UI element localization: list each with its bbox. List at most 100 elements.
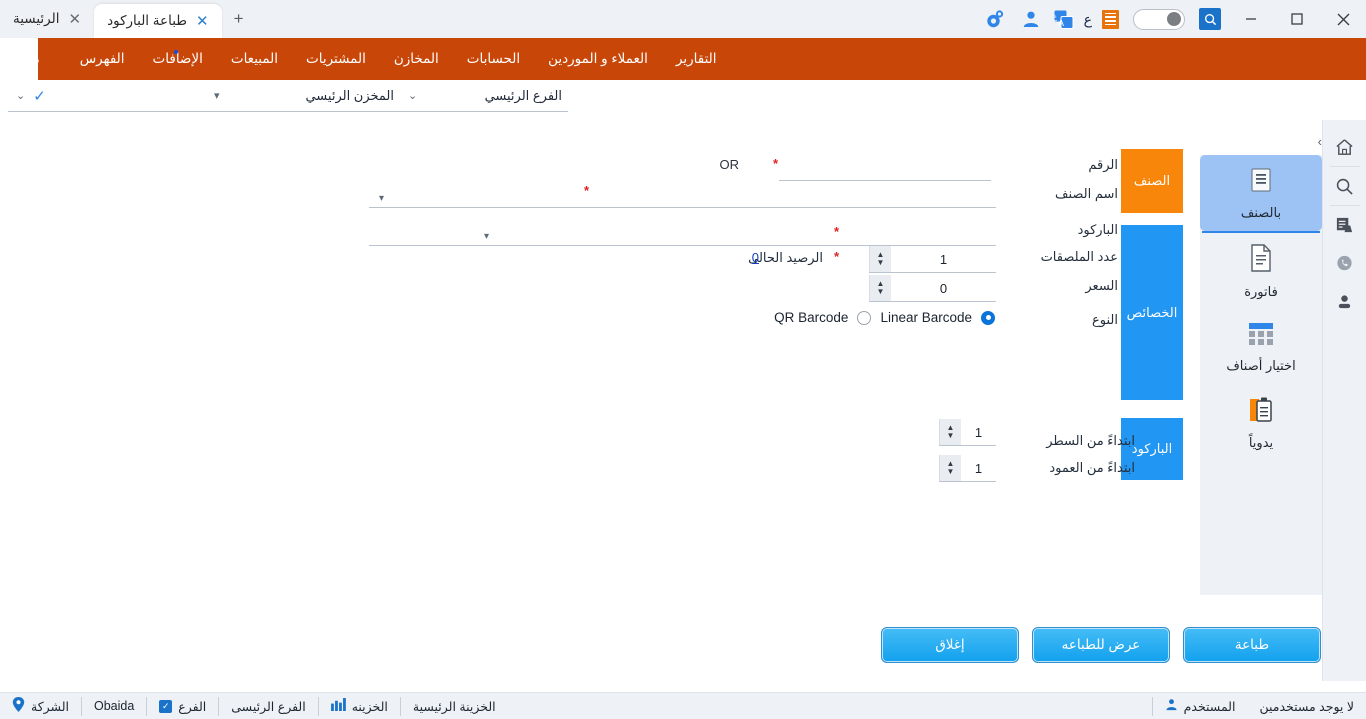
grid-select-icon xyxy=(1246,321,1276,352)
current-balance-value[interactable]: 0 xyxy=(752,250,759,265)
extra-select[interactable]: ✓ ⌄ xyxy=(8,80,206,112)
price-stepper[interactable]: ▲ ▼ 0 xyxy=(869,275,996,302)
print-preview-button[interactable]: عرض للطباعه xyxy=(1032,627,1170,663)
sidebar-item-invoice[interactable]: فاتورة xyxy=(1200,233,1322,309)
orange-menu-icon[interactable] xyxy=(1102,9,1119,29)
vtab-properties[interactable]: الخصائص xyxy=(1121,225,1183,400)
sidebar-item-label: فاتورة xyxy=(1244,283,1278,299)
notification-dot xyxy=(174,50,178,54)
status-branch-value: الفرع الرئيسى xyxy=(218,696,317,716)
stepper-down-icon[interactable]: ▼ xyxy=(877,259,885,267)
user-icon[interactable] xyxy=(1022,10,1040,28)
new-tab-button[interactable]: + xyxy=(222,9,256,29)
price-value: 0 xyxy=(939,280,948,296)
clipboard-icon xyxy=(1246,396,1276,429)
invoice-icon xyxy=(1247,243,1275,278)
qr-barcode-label: QR Barcode xyxy=(774,310,849,325)
barcode-input[interactable]: ▾ xyxy=(369,220,996,246)
close-icon[interactable]: ✕ xyxy=(196,14,209,29)
status-treasury-value: الخزينة الرئيسية xyxy=(399,696,508,716)
checkbox-icon[interactable]: ✓ xyxy=(159,699,173,713)
chevron-down-icon[interactable]: ▾ xyxy=(484,231,489,242)
sidebar-expand-bar[interactable]: › xyxy=(1200,128,1322,155)
menu-item-sales[interactable]: المبيعات xyxy=(217,38,292,80)
status-treasury-label: الخزينه xyxy=(351,699,388,714)
stepper-down-icon[interactable]: ▼ xyxy=(877,288,885,296)
start-row-stepper[interactable]: ▲ ▼ 1 xyxy=(939,419,996,446)
search-icon[interactable] xyxy=(1199,8,1221,30)
tab-label: الرئيسية xyxy=(13,11,60,26)
sidebar-item-select-items[interactable]: اختيار أصناف xyxy=(1200,309,1322,385)
minimize-window-button[interactable] xyxy=(1228,2,1274,36)
menu-item-accounts[interactable]: الحسابات xyxy=(453,38,534,80)
settings-gear-icon[interactable] xyxy=(984,8,1008,30)
check-icon[interactable]: ✓ xyxy=(25,87,46,105)
stepper-buttons[interactable]: ▲ ▼ xyxy=(869,275,891,301)
labels-count-stepper[interactable]: ▲ ▼ 1 xyxy=(869,246,996,273)
menu-item-customers-suppliers[interactable]: العملاء و الموردين xyxy=(534,38,662,80)
stepper-down-icon[interactable]: ▼ xyxy=(947,432,955,440)
print-button[interactable]: طباعة xyxy=(1183,627,1321,663)
sidebar-item-by-item[interactable]: بالصنف xyxy=(1200,155,1322,231)
menu-item-index[interactable]: الفهرس xyxy=(66,38,139,80)
chevron-down-icon[interactable]: ▾ xyxy=(379,193,384,204)
menu-item-warehouses[interactable]: المخازن xyxy=(380,38,453,80)
application-window: ع ع A + ✕ طباعة الباركود ✕ الرئيسية الفه… xyxy=(0,0,1366,719)
required-mark: * xyxy=(833,249,839,264)
linear-barcode-radio[interactable] xyxy=(981,310,995,325)
stepper-buttons[interactable]: ▲ ▼ xyxy=(939,455,961,481)
label-labels-count: عدد الملصقات xyxy=(1040,249,1118,264)
maximize-window-button[interactable] xyxy=(1274,2,1320,36)
close-window-button[interactable] xyxy=(1320,2,1366,36)
status-branch[interactable]: الفرع ✓ xyxy=(146,696,218,716)
home-icon[interactable] xyxy=(1323,128,1366,166)
phone-chat-icon[interactable] xyxy=(1323,244,1366,282)
menu-item-purchases[interactable]: المشتريات xyxy=(292,38,380,80)
chevron-down-icon[interactable]: ⌄ xyxy=(8,89,25,102)
or-separator: OR xyxy=(719,157,740,172)
branch-select[interactable]: الفرع الرئيسي ⌄ xyxy=(400,80,568,112)
qr-barcode-radio[interactable] xyxy=(857,310,872,325)
search-icon[interactable] xyxy=(1323,167,1366,205)
close-button[interactable]: إغلاق xyxy=(881,627,1019,663)
start-column-stepper[interactable]: ▲ ▼ 1 xyxy=(939,455,996,482)
branch-select-value: الفرع الرئيسي xyxy=(484,87,562,103)
linear-barcode-label: Linear Barcode xyxy=(880,310,972,325)
status-company[interactable]: الشركة xyxy=(0,697,81,716)
user-icon[interactable] xyxy=(1323,282,1366,320)
barcode-type-radio-group: QR Barcode Linear Barcode xyxy=(774,310,995,325)
menu-item-reports[interactable]: التقارير xyxy=(662,38,731,80)
label-barcode: الباركود xyxy=(1077,222,1118,237)
status-branch-value-text: الفرع الرئيسى xyxy=(231,699,306,714)
tab-barcode-print[interactable]: ✕ طباعة الباركود xyxy=(94,4,222,38)
toggle-switch[interactable] xyxy=(1133,8,1185,30)
label-number: الرقم xyxy=(1088,157,1118,172)
chevron-down-icon[interactable]: ▾ xyxy=(206,89,220,102)
close-icon[interactable]: ✕ xyxy=(69,12,82,27)
bars-icon xyxy=(330,698,346,714)
stepper-down-icon[interactable]: ▼ xyxy=(947,468,955,476)
vtab-item[interactable]: الصنف xyxy=(1121,149,1183,213)
status-no-users: لا يوجد مستخدمين xyxy=(1247,697,1366,716)
sidebar-item-label: يدوياً xyxy=(1248,434,1274,450)
store-select[interactable]: المخزن الرئيسي ▾ xyxy=(206,80,400,112)
report-icon[interactable] xyxy=(1323,206,1366,244)
stepper-buttons[interactable]: ▲ ▼ xyxy=(869,246,891,272)
arabic-letter-indicator: ع xyxy=(1083,10,1092,27)
number-input[interactable] xyxy=(779,155,991,181)
status-user-label: المستخدم xyxy=(1183,699,1236,714)
item-name-input[interactable]: ▾ xyxy=(369,182,996,208)
chevron-down-icon[interactable]: ⌄ xyxy=(400,89,417,102)
stepper-buttons[interactable]: ▲ ▼ xyxy=(939,419,961,445)
main-menu-bar: ملف الفهرس الإضافات المبيعات المشتريات ا… xyxy=(0,38,1366,80)
tab-home[interactable]: ✕ الرئيسية xyxy=(0,0,94,38)
menu-item-addons[interactable]: الإضافات xyxy=(139,38,217,80)
svg-text:A: A xyxy=(1058,18,1064,28)
store-select-value: المخزن الرئيسي xyxy=(305,87,394,103)
translate-icon[interactable]: ع A xyxy=(1054,10,1074,29)
title-bar-left-controls: ع ع A xyxy=(973,2,1366,36)
sidebar-item-manual[interactable]: يدوياً xyxy=(1200,385,1322,461)
status-user[interactable]: المستخدم xyxy=(1151,696,1248,716)
sidebar-item-label: بالصنف xyxy=(1240,204,1282,220)
status-treasury[interactable]: الخزينه xyxy=(317,696,400,716)
